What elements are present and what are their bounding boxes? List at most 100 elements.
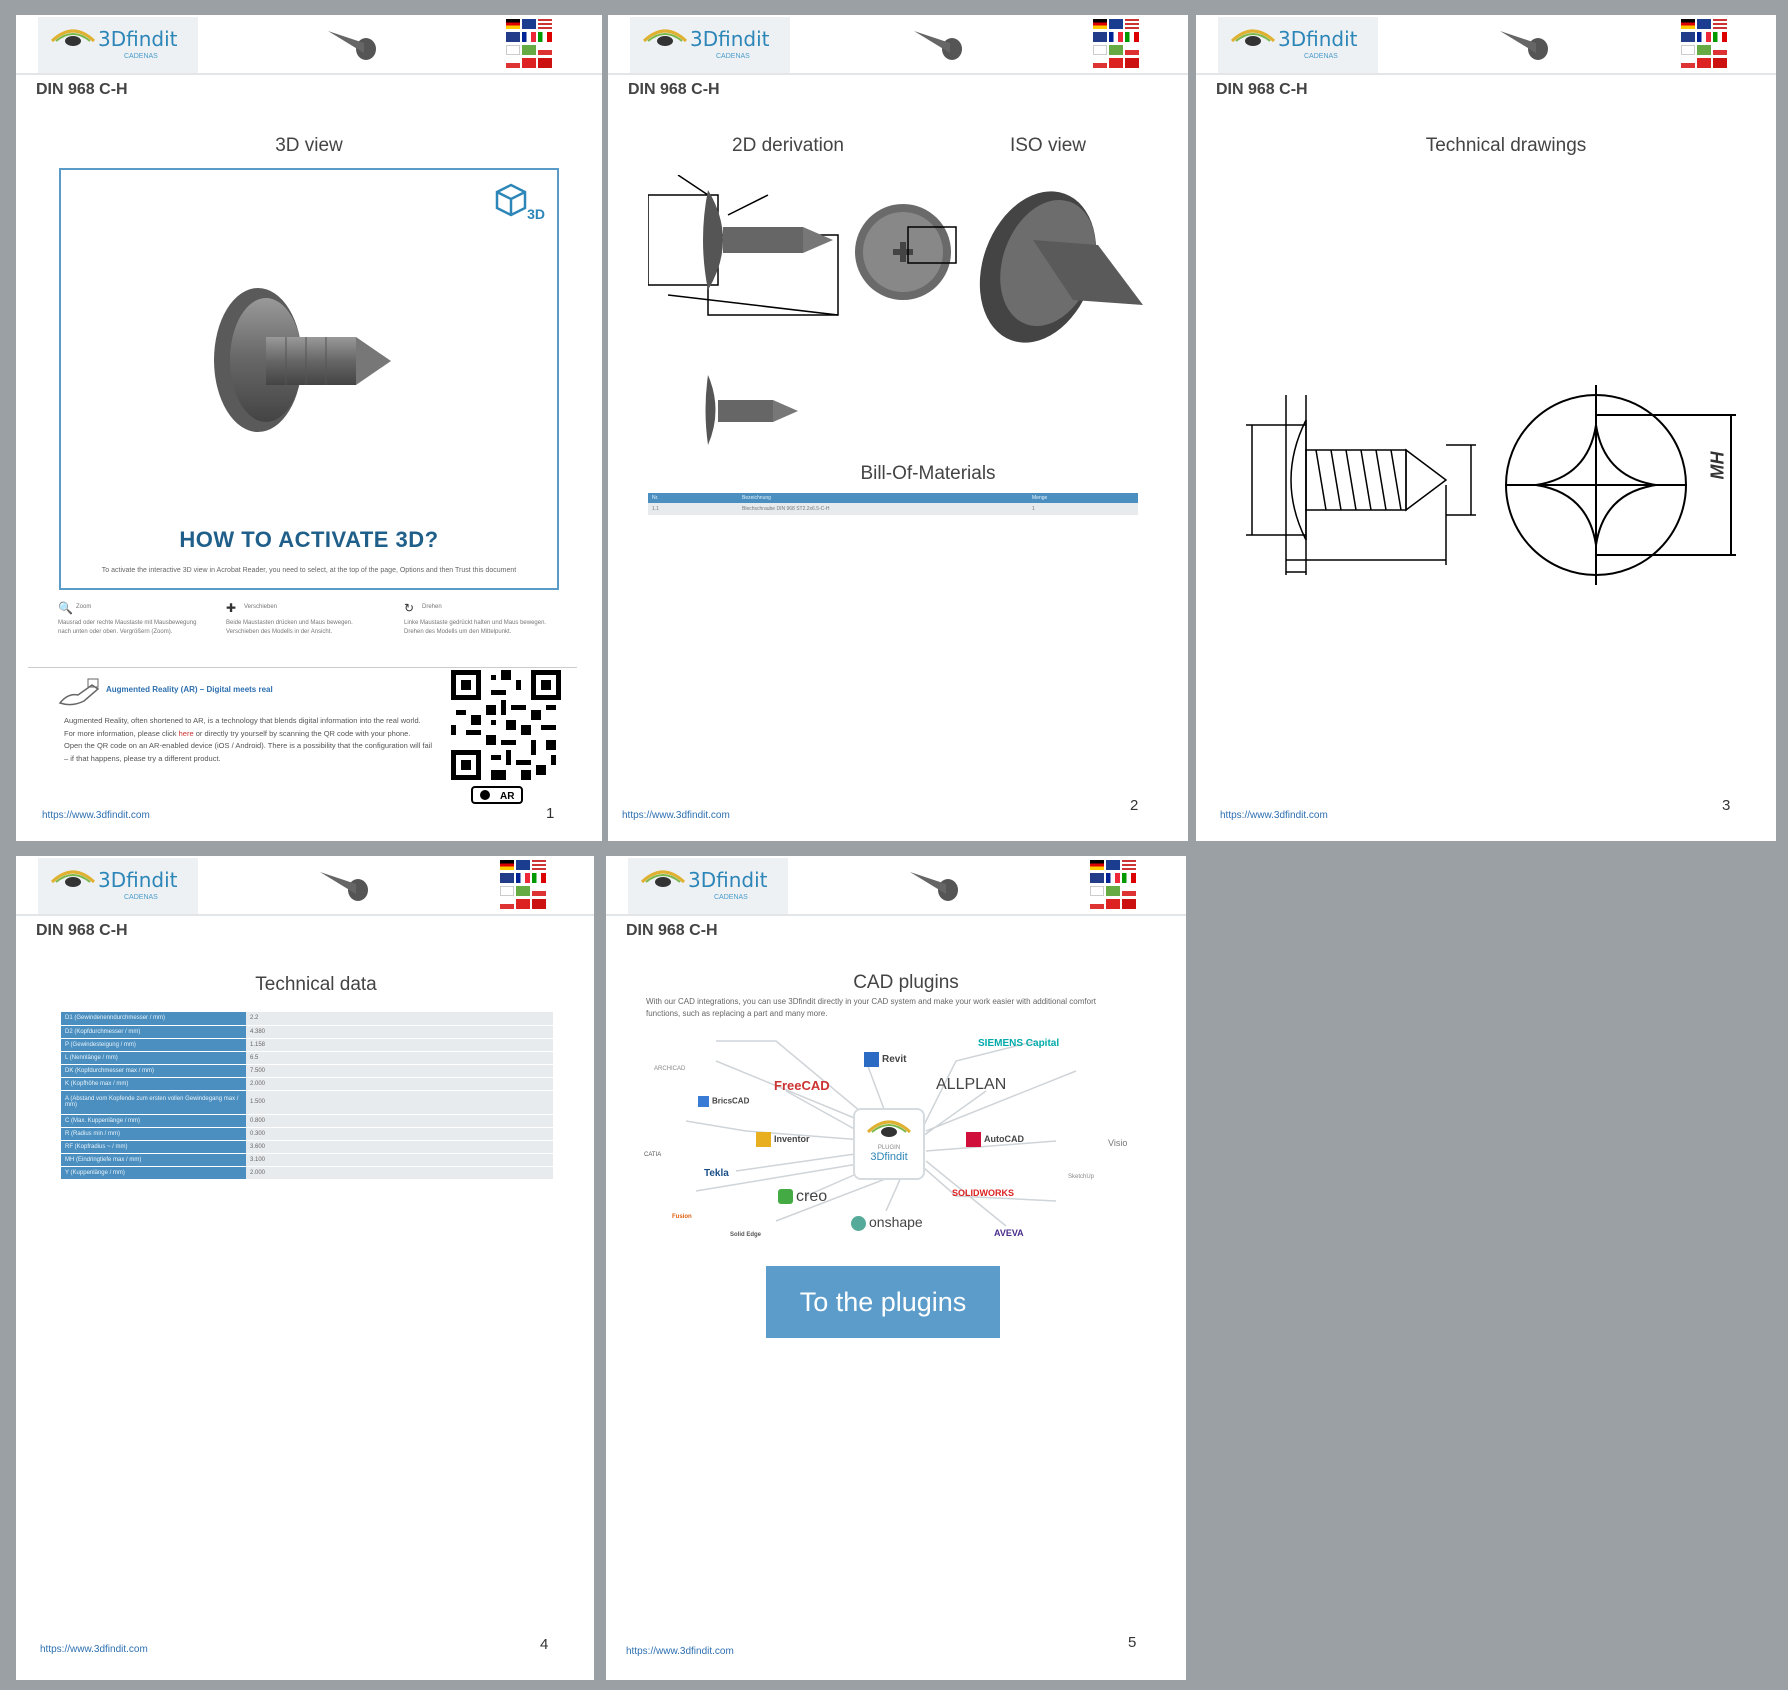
- plugin-onshape[interactable]: onshape: [851, 1214, 923, 1231]
- language-flags[interactable]: [1090, 860, 1138, 910]
- plugin-creo[interactable]: creo: [778, 1188, 827, 1206]
- ar-hand-icon: [58, 678, 100, 706]
- zoom-icon: 🔍: [58, 601, 73, 615]
- table-row: RF (Kopfradius ~ / mm) 3.600: [61, 1140, 553, 1154]
- language-flags[interactable]: [500, 860, 548, 910]
- screw-thumbnail-icon: [328, 31, 376, 60]
- brand-logo[interactable]: 3Dfindit CADENAS: [630, 17, 790, 73]
- brand-logo[interactable]: 3Dfindit CADENAS: [1218, 17, 1378, 73]
- table-key: RF (Kopfradius ~ / mm): [61, 1140, 246, 1154]
- hub-label: 3Dfindit: [870, 1151, 908, 1163]
- brand-name: 3Dfindit: [98, 868, 178, 892]
- footer-url[interactable]: https://www.3dfindit.com: [1220, 810, 1328, 821]
- autocad-icon: [966, 1132, 981, 1147]
- 3d-view-panel[interactable]: 3D HOW TO ACTIVATE 3D? To activate the i…: [59, 168, 559, 590]
- footer-url[interactable]: https://www.3dfindit.com: [622, 810, 730, 821]
- table-key: L (Nennlänge / mm): [61, 1051, 246, 1065]
- plugin-allplan[interactable]: ALLPLAN: [936, 1076, 1006, 1094]
- plugin-solid-edge[interactable]: Solid Edge: [730, 1232, 761, 1238]
- ar-more-link[interactable]: here: [179, 729, 194, 738]
- table-header-row: Nr. Bezeichnung Menge: [648, 493, 1138, 503]
- pdf-page-1: 3Dfindit CADENAS DIN 968 C-H 3D view 3D: [16, 15, 602, 841]
- footer-url[interactable]: https://www.3dfindit.com: [42, 810, 150, 821]
- plugin-archicad[interactable]: ARCHICAD: [654, 1066, 685, 1072]
- plugin-inventor[interactable]: Inventor: [756, 1132, 810, 1147]
- table-value: 2.000: [246, 1166, 553, 1180]
- table-key: MH (Eindringtiefe max / mm): [61, 1153, 246, 1167]
- plugin-sketchup[interactable]: SketchUp: [1068, 1174, 1094, 1180]
- brand-sub: CADENAS: [124, 53, 158, 60]
- screw-3d-model[interactable]: [206, 285, 396, 435]
- rotate-icon: ↻: [404, 601, 415, 615]
- part-title: DIN 968 C-H: [626, 922, 718, 939]
- tip-move: ✚ Verschieben Beide Maustasten drücken u…: [226, 599, 386, 635]
- creo-icon: [778, 1189, 793, 1205]
- brand-name: 3Dfindit: [688, 868, 768, 892]
- plugin-catia[interactable]: CATIA: [644, 1152, 661, 1158]
- ar-text: Open the QR code on an AR-enabled device…: [64, 741, 432, 763]
- brand-logo[interactable]: 3Dfindit CADENAS: [628, 858, 788, 914]
- ar-description: Augmented Reality, often shortened to AR…: [64, 715, 434, 765]
- table-value: 2.2: [246, 1012, 553, 1026]
- technical-drawing-front: [1505, 385, 1736, 585]
- language-flags[interactable]: [1093, 19, 1141, 69]
- table-cell: Blechschraube DIN 968 ST2.2x6.5-C-H: [742, 506, 830, 512]
- table-row: Y (Kuppenlänge / mm) 2.000: [61, 1166, 553, 1180]
- bom-table: Nr. Bezeichnung Menge 1.1 Blechschraube …: [648, 493, 1138, 515]
- tip-text: Linke Maustaste gedrückt halten und Maus…: [404, 620, 547, 635]
- table-row: D1 (Gewindenenndurchmesser / mm) 2.2: [61, 1012, 553, 1026]
- screw-thumbnail-icon: [1500, 31, 1548, 60]
- language-flags[interactable]: [1681, 19, 1729, 69]
- brand-logo[interactable]: 3Dfindit CADENAS: [38, 17, 198, 73]
- plugin-tekla[interactable]: Tekla: [704, 1168, 729, 1179]
- page-header: 3Dfindit CADENAS: [16, 15, 602, 75]
- table-row: D2 (Kopfdurchmesser / mm) 4.380: [61, 1025, 553, 1039]
- table-header-cell: Menge: [1032, 495, 1048, 501]
- plugin-bricscad[interactable]: BricsCAD: [698, 1096, 749, 1107]
- part-title: DIN 968 C-H: [36, 922, 128, 939]
- table-row: R (Radius min / mm) 0.300: [61, 1127, 553, 1141]
- ar-title: Augmented Reality (AR) – Digital meets r…: [106, 685, 273, 694]
- pdf-page-5: 3Dfindit CADENAS DIN 968 C-H CAD plugins…: [606, 856, 1186, 1680]
- section-title: 3D view: [275, 135, 343, 156]
- onshape-icon: [851, 1215, 866, 1231]
- table-cell: 1.1: [652, 506, 659, 512]
- plugin-aveva[interactable]: AVEVA: [994, 1228, 1024, 1238]
- dimension-mh-label: MH: [1707, 451, 1728, 480]
- footer-url[interactable]: https://www.3dfindit.com: [626, 1646, 734, 1657]
- inventor-icon: [756, 1132, 771, 1147]
- plugin-freecad[interactable]: FreeCAD: [774, 1078, 830, 1093]
- qr-code[interactable]: [450, 670, 562, 780]
- table-row: 1.1 Blechschraube DIN 968 ST2.2x6.5-C-H …: [648, 503, 1138, 515]
- table-row: A (Abstand vom Kopfende zum ersten volle…: [61, 1090, 553, 1115]
- plugin-siemens-capital[interactable]: SIEMENS Capital: [978, 1038, 1059, 1049]
- table-key: R (Radius min / mm): [61, 1127, 246, 1141]
- plugin-autocad[interactable]: AutoCAD: [966, 1132, 1024, 1147]
- activate-3d-heading: HOW TO ACTIVATE 3D?: [179, 527, 439, 552]
- tip-zoom: 🔍 Zoom Mausrad oder rechte Maustaste mit…: [58, 599, 218, 635]
- tip-label: Verschieben: [244, 604, 278, 610]
- move-icon: ✚: [226, 601, 237, 615]
- brand-logo[interactable]: 3Dfindit CADENAS: [38, 858, 198, 914]
- table-value: 1.500: [246, 1090, 553, 1115]
- section-title: Technical drawings: [1425, 135, 1587, 156]
- screw-thumbnail-icon: [914, 31, 962, 60]
- plugin-solidworks[interactable]: SOLIDWORKS: [952, 1188, 1014, 1198]
- table-header-cell: Bezeichnung: [742, 495, 771, 501]
- plugin-revit[interactable]: Revit: [864, 1052, 906, 1067]
- brand-name: 3Dfindit: [98, 27, 178, 51]
- plugin-fusion[interactable]: Fusion: [672, 1214, 692, 1220]
- page-number: 5: [1128, 1634, 1137, 1651]
- table-row: L (Nennlänge / mm) 6.5: [61, 1051, 553, 1065]
- table-value: 7.500: [246, 1064, 553, 1078]
- table-header-cell: Nr.: [652, 495, 659, 501]
- screw-thumbnail-icon: [320, 872, 368, 901]
- table-value: 4.380: [246, 1025, 553, 1039]
- plugin-visio[interactable]: Visio: [1108, 1138, 1127, 1148]
- to-plugins-button[interactable]: To the plugins: [766, 1266, 1000, 1338]
- footer-url[interactable]: https://www.3dfindit.com: [40, 1644, 148, 1655]
- pdf-page-4: 3Dfindit CADENAS DIN 968 C-H Technical d…: [16, 856, 594, 1680]
- ar-camera-icon[interactable]: AR: [470, 783, 526, 805]
- table-key: DK (Kopfdurchmesser max / mm): [61, 1064, 246, 1078]
- language-flags[interactable]: [506, 19, 554, 69]
